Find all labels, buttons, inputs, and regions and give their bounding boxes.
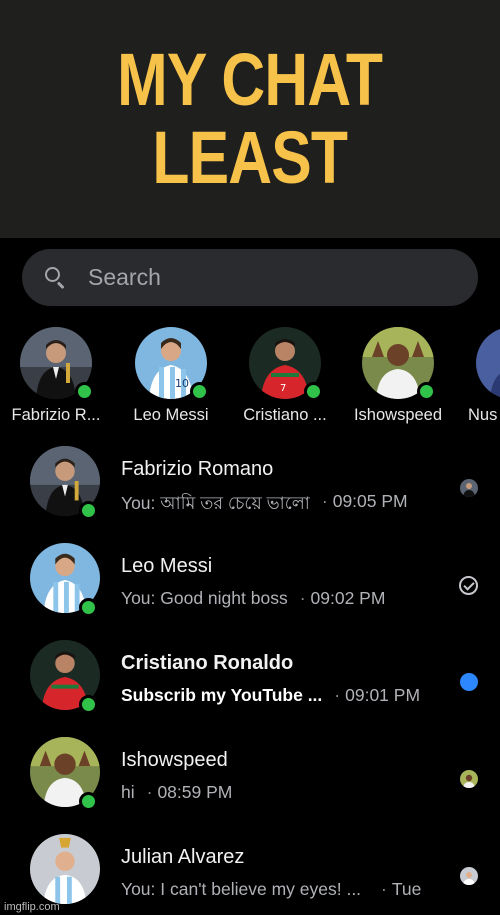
active-contacts-row: Fabrizio R... 10 Leo Messi 7 Cristiano .… [0, 327, 500, 427]
chat-row-cristiano[interactable]: Cristiano Ronaldo Subscrib my YouTube ..… [0, 630, 500, 727]
avatar [30, 834, 100, 904]
seen-avatar-icon [460, 479, 478, 497]
chat-preview: You: I can't believe my eyes! ... · Tue [121, 879, 421, 900]
online-indicator [190, 382, 209, 401]
unread-status [460, 673, 478, 691]
online-indicator [79, 598, 98, 617]
unread-dot-icon [460, 673, 478, 691]
chat-time: 09:01 PM [345, 685, 421, 705]
sent-check-icon [459, 576, 478, 595]
chat-name: Fabrizio Romano [121, 458, 274, 480]
search-bar[interactable] [22, 249, 478, 306]
avatar [476, 327, 500, 399]
chat-row-ishowspeed[interactable]: Ishowspeed hi · 08:59 PM [0, 727, 500, 824]
chat-preview: hi · 08:59 PM [121, 782, 232, 803]
chat-message: You: I can't believe my eyes! ... [121, 879, 362, 899]
separator: · [321, 491, 328, 511]
chat-preview: Subscrib my YouTube ... · 09:01 PM [121, 685, 420, 706]
separator: · [381, 879, 387, 899]
chat-time: 09:05 PM [332, 491, 408, 511]
online-indicator [417, 382, 436, 401]
chat-message: hi [121, 782, 135, 802]
chat-message: You: Good night boss [121, 588, 288, 608]
chat-name: Leo Messi [121, 555, 213, 577]
search-icon [44, 266, 68, 290]
chat-message: You: আমি তর চেয়ে ভালো [121, 493, 310, 513]
chat-row-julian-alvarez[interactable]: Julian Alvarez You: I can't believe my e… [0, 824, 500, 915]
story-label: Leo Messi [133, 406, 209, 424]
chat-time: 08:59 PM [157, 782, 233, 802]
online-indicator [79, 501, 98, 520]
story-nus[interactable]: Nus [456, 327, 500, 425]
story-cristiano[interactable]: 7 Cristiano ... [229, 327, 341, 425]
svg-text:10: 10 [175, 377, 189, 390]
chat-name: Julian Alvarez [121, 846, 245, 868]
chat-name: Cristiano Ronaldo [121, 652, 294, 674]
online-indicator [304, 382, 323, 401]
separator: · [299, 588, 306, 608]
seen-avatar-icon [460, 867, 478, 885]
chat-app: Fabrizio R... 10 Leo Messi [0, 238, 500, 915]
seen-status [460, 867, 478, 885]
separator: · [146, 782, 153, 802]
story-label: Cristiano ... [243, 406, 327, 424]
caption-line-2: LEAST [152, 116, 349, 199]
online-indicator [79, 792, 98, 811]
separator: · [334, 685, 341, 705]
chat-name: Ishowspeed [121, 749, 228, 771]
chat-preview: You: Good night boss · 09:02 PM [121, 588, 385, 609]
meme-caption: MY CHAT LEAST [0, 0, 500, 238]
story-fabrizio[interactable]: Fabrizio R... [0, 327, 112, 425]
svg-text:7: 7 [280, 383, 286, 394]
watermark: imgflip.com [4, 901, 60, 913]
chat-time: 09:02 PM [310, 588, 386, 608]
story-leo-messi[interactable]: 10 Leo Messi [115, 327, 227, 425]
chat-row-leo-messi[interactable]: Leo Messi You: Good night boss · 09:02 P… [0, 533, 500, 630]
online-indicator [75, 382, 94, 401]
story-label: Fabrizio R... [11, 406, 101, 424]
chat-time: Tue [391, 879, 422, 899]
online-indicator [79, 695, 98, 714]
seen-status [460, 479, 478, 497]
seen-status [459, 576, 478, 595]
seen-avatar-icon [460, 770, 478, 788]
story-ishowspeed[interactable]: Ishowspeed [342, 327, 454, 425]
chat-row-fabrizio[interactable]: Fabrizio Romano You: আমি তর চেয়ে ভালো ·… [0, 436, 500, 533]
chat-preview: You: আমি তর চেয়ে ভালো · 09:05 PM [121, 491, 408, 520]
search-input[interactable] [88, 264, 428, 291]
caption-line-1: MY CHAT [117, 38, 383, 121]
chat-message: Subscrib my YouTube ... [121, 685, 323, 705]
story-label: Nus [468, 406, 498, 424]
seen-status [460, 770, 478, 788]
story-label: Ishowspeed [353, 406, 443, 424]
